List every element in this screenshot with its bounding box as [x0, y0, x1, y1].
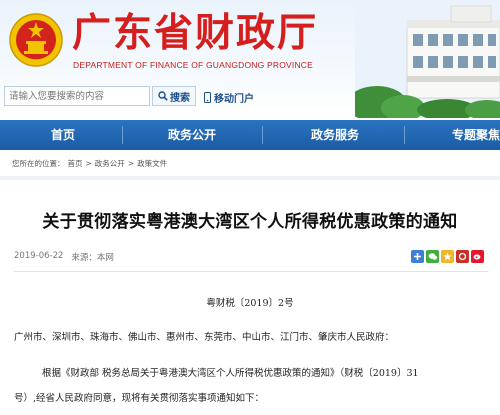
body-paragraph-line-1: 根据《财政部 税务总局关于粤港澳大湾区个人所得税优惠政策的通知》（财税〔2019…: [42, 368, 419, 379]
national-emblem-icon: [9, 13, 63, 67]
document-number: 粤财税〔2019〕2号: [206, 298, 294, 309]
wechat-icon[interactable]: [426, 250, 439, 263]
share-plus-icon[interactable]: [411, 250, 424, 263]
breadcrumb-home[interactable]: 首页: [68, 158, 83, 169]
mobile-portal-label: 移动门户: [214, 93, 254, 105]
site-subtitle: DEPARTMENT OF FINANCE OF GUANGDONG PROVI…: [73, 60, 314, 70]
building-illustration: [355, 0, 500, 118]
breadcrumb-separator: >: [85, 158, 92, 168]
addressee-paragraph: 广州市、深圳市、珠海市、佛山市、惠州市、东莞市、中山市、江门市、肇庆市人民政府：: [14, 332, 395, 343]
breadcrumb-prefix: 您所在的位置：: [12, 158, 65, 168]
search-icon: [158, 91, 168, 101]
nav-separator: [404, 126, 405, 144]
weibo-icon[interactable]: [471, 250, 484, 263]
article-source: 来源：本网: [71, 253, 114, 263]
nav-item-gov-services[interactable]: 政务服务: [311, 120, 359, 150]
share-bar: [411, 250, 484, 263]
search-button[interactable]: 搜索: [152, 86, 196, 106]
nav-item-topics[interactable]: 专题聚焦: [452, 120, 500, 150]
mobile-phone-icon: [204, 91, 211, 103]
douban-icon[interactable]: [456, 250, 469, 263]
article-date: 2019-06-22: [14, 251, 64, 261]
site-title: 广东省财政厅: [72, 10, 319, 56]
breadcrumb-gov-affairs[interactable]: 政务公开: [95, 158, 125, 169]
search-input[interactable]: [4, 86, 150, 106]
search-button-label: 搜索: [170, 92, 190, 104]
qzone-icon[interactable]: [441, 250, 454, 263]
breadcrumb-policy-docs[interactable]: 政策文件: [137, 158, 167, 169]
site-header: 广东省财政厅 DEPARTMENT OF FINANCE OF GUANGDON…: [0, 0, 500, 118]
breadcrumb-separator: >: [127, 158, 135, 168]
section-divider: [0, 176, 500, 180]
meta-divider: [14, 271, 488, 272]
main-nav: 首页 政务公开 政务服务 专题聚焦: [0, 120, 500, 150]
breadcrumb: 您所在的位置： 首页 > 政务公开 > 政策文件: [12, 156, 167, 170]
nav-separator: [122, 126, 123, 144]
nav-item-home[interactable]: 首页: [51, 120, 75, 150]
mobile-portal-link[interactable]: 移动门户: [204, 88, 254, 106]
article-meta: 2019-06-22 来源：本网: [14, 251, 114, 263]
body-paragraph-line-2: 号）,经省人民政府同意，现将有关贯彻落实事项通知如下：: [14, 393, 265, 404]
article-title: 关于贯彻落实粤港澳大湾区个人所得税优惠政策的通知: [42, 212, 458, 232]
nav-item-gov-affairs[interactable]: 政务公开: [168, 120, 216, 150]
nav-separator: [262, 126, 263, 144]
